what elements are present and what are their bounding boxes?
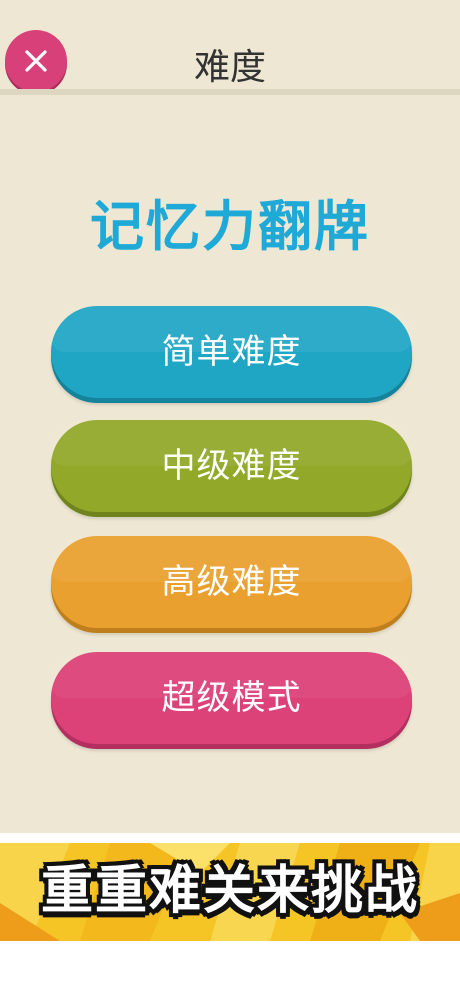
hard-difficulty-label: 高级难度	[161, 562, 302, 602]
super-mode-button[interactable]: 超级模式	[51, 652, 412, 744]
medium-difficulty-label: 中级难度	[161, 446, 302, 486]
easy-difficulty-button[interactable]: 简单难度	[51, 306, 412, 398]
promo-banner: 重重难关来挑战	[0, 843, 460, 941]
medium-difficulty-button[interactable]: 中级难度	[51, 420, 412, 512]
easy-difficulty-label: 简单难度	[161, 332, 302, 372]
super-mode-label: 超级模式	[161, 678, 302, 718]
close-button[interactable]	[5, 30, 67, 92]
hard-difficulty-button[interactable]: 高级难度	[51, 536, 412, 628]
app-title: 记忆力翻牌	[90, 195, 370, 258]
bottom-area	[0, 941, 460, 996]
header-bar: 难度	[0, 0, 460, 95]
page-title: 难度	[193, 47, 266, 88]
banner-slogan: 重重难关来挑战	[40, 861, 419, 921]
close-icon	[25, 50, 47, 72]
header-divider	[0, 89, 460, 95]
banner-divider	[0, 833, 460, 843]
